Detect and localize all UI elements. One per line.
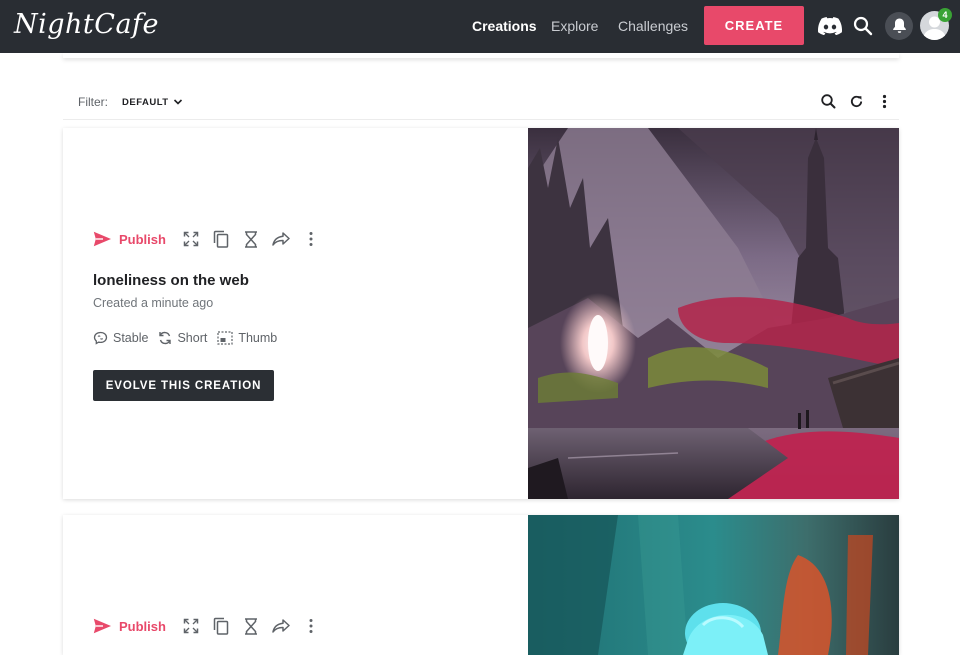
duplicate-icon[interactable] (206, 615, 236, 637)
header-card-edge (63, 53, 899, 58)
more-vertical-icon[interactable] (296, 228, 326, 250)
filter-value: DEFAULT (122, 96, 169, 108)
creation-card: Publish (63, 515, 899, 655)
notifications-button[interactable] (885, 12, 913, 40)
teal-figure-artwork (528, 515, 899, 655)
evolve-button[interactable]: EVOLVE THIS CREATION (93, 370, 274, 401)
refresh-icon[interactable] (848, 93, 865, 115)
bell-icon (892, 18, 906, 33)
creation-details: Publish (63, 128, 528, 499)
creation-image[interactable] (528, 515, 899, 655)
discord-icon[interactable] (817, 14, 843, 38)
publish-label: Publish (119, 618, 166, 634)
creation-details: Publish (63, 515, 528, 655)
creation-timestamp: Created a minute ago (93, 296, 214, 310)
creation-card: Publish (63, 128, 899, 499)
nav-challenges[interactable]: Challenges (618, 18, 688, 34)
create-button[interactable]: CREATE (704, 6, 804, 45)
hourglass-icon[interactable] (236, 615, 266, 637)
more-vertical-icon[interactable] (296, 615, 326, 637)
duration-tag: Short (158, 331, 207, 345)
hourglass-icon[interactable] (236, 228, 266, 250)
creation-meta: Stable Short Thumb (93, 331, 277, 345)
duplicate-icon[interactable] (206, 228, 236, 250)
publish-button[interactable]: Publish (93, 618, 166, 634)
nav-explore[interactable]: Explore (551, 18, 598, 34)
notification-badge: 4 (938, 8, 952, 22)
creation-title: loneliness on the web (93, 272, 249, 289)
cycle-icon (159, 331, 172, 345)
filter-dropdown[interactable]: DEFAULT (122, 96, 184, 108)
search-icon[interactable] (820, 93, 837, 115)
fantasy-landscape-artwork (528, 128, 899, 499)
model-tag: Stable (93, 331, 148, 345)
thumbnail-icon (217, 331, 233, 345)
duration-label: Short (177, 331, 208, 345)
model-label: Stable (113, 331, 149, 345)
nav-creations[interactable]: Creations (472, 18, 537, 34)
nightcafe-logo[interactable]: NightCafe (14, 9, 159, 40)
brain-icon (93, 331, 108, 345)
filter-label: Filter: (78, 95, 108, 109)
resolution-label: Thumb (238, 331, 278, 345)
resolution-tag: Thumb (217, 331, 277, 345)
search-icon[interactable] (852, 15, 874, 37)
send-icon (93, 618, 111, 634)
chevron-down-icon (173, 99, 182, 105)
send-icon (93, 231, 111, 247)
top-navigation: NightCafe Creations Explore Challenges C… (0, 0, 960, 53)
share-icon[interactable] (266, 228, 296, 250)
more-vertical-icon[interactable] (876, 93, 893, 115)
creation-image[interactable] (528, 128, 899, 499)
share-icon[interactable] (266, 615, 296, 637)
creation-toolbar: Publish (93, 228, 326, 250)
filter-bar: Filter: DEFAULT (63, 84, 899, 120)
expand-icon[interactable] (176, 615, 206, 637)
publish-label: Publish (119, 231, 166, 247)
expand-icon[interactable] (176, 228, 206, 250)
creation-toolbar: Publish (93, 615, 326, 637)
publish-button[interactable]: Publish (93, 231, 166, 247)
